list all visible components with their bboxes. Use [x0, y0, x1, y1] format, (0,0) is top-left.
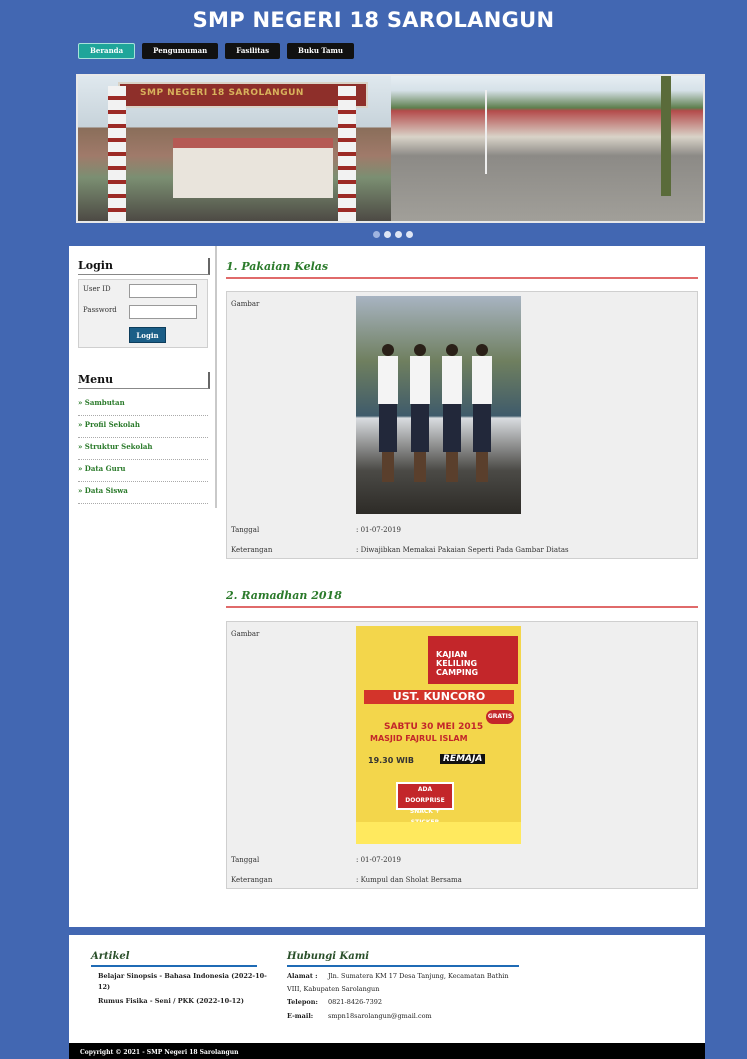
- telepon-value: 0821-8426-7392: [328, 998, 383, 1006]
- copyright: Copyright © 2021 - SMP Negeri 18 Sarolan…: [69, 1043, 705, 1059]
- password-input[interactable]: [129, 305, 197, 319]
- poster-line: KAJIAN: [436, 650, 468, 659]
- artikel-title: Artikel: [91, 951, 257, 967]
- poster-line: ADA DOORPRISE: [405, 786, 445, 804]
- footer: Artikel Belajar Sinopsis - Bahasa Indone…: [69, 935, 705, 1043]
- alamat-value: Jln. Sumatera KM 17 Desa Tanjung, Kecama…: [328, 972, 509, 980]
- student-figure: [442, 344, 462, 489]
- telepon-row: Telepon: 0821-8426-7392: [287, 997, 382, 1008]
- date-value: : 01-07-2019: [356, 526, 401, 534]
- email-row: E-mail: smpn18sarolangun@gmail.com: [287, 1011, 432, 1022]
- slider-dot-1[interactable]: [373, 231, 380, 238]
- student-figure: [410, 344, 430, 489]
- post-card: Gambar Tanggal : 01-07-2019 Keterangan :…: [226, 291, 698, 559]
- site-title: SMP NEGERI 18 SAROLANGUN: [192, 8, 555, 32]
- slider-dot-2[interactable]: [384, 231, 391, 238]
- poster-footer-strip: [356, 822, 521, 844]
- description-value: : Kumpul dan Sholat Bersama: [356, 876, 462, 884]
- content-panel: Login User ID Password Login Menu » Samb…: [69, 246, 705, 927]
- post-photo-students: [356, 296, 521, 514]
- slider-dots: [373, 231, 413, 238]
- nav-pengumuman[interactable]: Pengumuman: [142, 43, 219, 59]
- sidebar: Login User ID Password Login Menu » Samb…: [69, 246, 217, 508]
- post-card: Gambar KAJIAN KELILING CAMPING UST. KUNC…: [226, 621, 698, 889]
- nav-fasilitas[interactable]: Fasilitas: [225, 43, 281, 59]
- email-label: E-mail:: [287, 1012, 314, 1020]
- user-id-label: User ID: [83, 285, 111, 293]
- poster-line: KELILING: [436, 659, 478, 668]
- menu-item-sambutan[interactable]: » Sambutan: [78, 394, 208, 416]
- side-menu: » Sambutan » Profil Sekolah » Struktur S…: [78, 394, 208, 504]
- password-label: Password: [83, 306, 117, 314]
- menu-item-data-guru[interactable]: » Data Guru: [78, 460, 208, 482]
- menu-item-struktur-sekolah[interactable]: » Struktur Sekolah: [78, 438, 208, 460]
- poster-doorprize: ADA DOORPRISE SNACK + STICKER: [396, 782, 454, 826]
- date-label: Tanggal: [231, 526, 260, 534]
- kontak-title: Hubungi Kami: [287, 951, 519, 967]
- artikel-link[interactable]: Belajar Sinopsis - Bahasa Indonesia (202…: [98, 971, 267, 982]
- alamat-label: Alamat :: [287, 972, 318, 980]
- main-nav: Beranda Pengumuman Fasilitas Buku Tamu: [78, 43, 354, 59]
- menu-item-profil-sekolah[interactable]: » Profil Sekolah: [78, 416, 208, 438]
- artikel-link[interactable]: Rumus Fisika - Seni / PKK (2022-10-12): [98, 996, 244, 1007]
- artikel-link-wrap[interactable]: 12): [98, 982, 110, 993]
- post-title[interactable]: 2. Ramadhan 2018: [226, 589, 698, 608]
- flag-pole: [484, 90, 487, 174]
- nav-buku-tamu[interactable]: Buku Tamu: [287, 43, 354, 59]
- banner-yard-photo: [390, 76, 703, 221]
- description-label: Keterangan: [231, 546, 273, 554]
- poster-gratis: GRATIS: [486, 710, 514, 724]
- user-id-input[interactable]: [129, 284, 197, 298]
- post-title[interactable]: 1. Pakaian Kelas: [226, 260, 698, 279]
- palm-tree: [660, 76, 671, 196]
- menu-item-data-siswa[interactable]: » Data Siswa: [78, 482, 208, 504]
- nav-beranda[interactable]: Beranda: [78, 43, 136, 59]
- description-label: Keterangan: [231, 876, 273, 884]
- gate-sign-text: SMP NEGERI 18 SAROLANGUN: [140, 88, 304, 98]
- post-photo-poster: KAJIAN KELILING CAMPING UST. KUNCORO SAB…: [356, 626, 521, 844]
- poster-time: 19.30 WIB: [368, 756, 414, 765]
- description-value: : Diwajibkan Memakai Pakaian Seperti Pad…: [356, 546, 569, 554]
- poster-venue: MASJID FAJRUL ISLAM: [370, 734, 468, 743]
- poster-date: SABTU 30 MEI 2015: [384, 722, 484, 732]
- slider-dot-4[interactable]: [406, 231, 413, 238]
- email-value[interactable]: smpn18sarolangun@gmail.com: [328, 1012, 432, 1020]
- menu-title: Menu: [78, 372, 210, 389]
- login-title: Login: [78, 258, 210, 275]
- poster-title: KAJIAN KELILING CAMPING: [436, 650, 521, 677]
- poster-remaja: REMAJA: [440, 754, 486, 764]
- alamat-value-2: VIII, Kabupaten Sarolangun: [287, 985, 380, 993]
- student-figure: [472, 344, 492, 489]
- poster-speaker: UST. KUNCORO: [364, 690, 514, 704]
- student-figure: [378, 344, 398, 489]
- gate-pillar-left: [108, 86, 126, 221]
- slider-dot-3[interactable]: [395, 231, 402, 238]
- banner-slider: SMP NEGERI 18 SAROLANGUN: [76, 74, 705, 223]
- telepon-label: Telepon:: [287, 998, 318, 1006]
- image-label: Gambar: [231, 630, 260, 638]
- poster-line: CAMPING: [436, 668, 479, 677]
- school-building: [173, 138, 333, 198]
- banner-gate-photo: SMP NEGERI 18 SAROLANGUN: [78, 76, 391, 221]
- date-value: : 01-07-2019: [356, 856, 401, 864]
- gate-pillar-right: [338, 86, 356, 221]
- alamat-row: Alamat : Jln. Sumatera KM 17 Desa Tanjung…: [287, 971, 509, 982]
- date-label: Tanggal: [231, 856, 260, 864]
- image-label: Gambar: [231, 300, 260, 308]
- login-form: User ID Password Login: [78, 279, 208, 348]
- login-button[interactable]: Login: [129, 327, 166, 343]
